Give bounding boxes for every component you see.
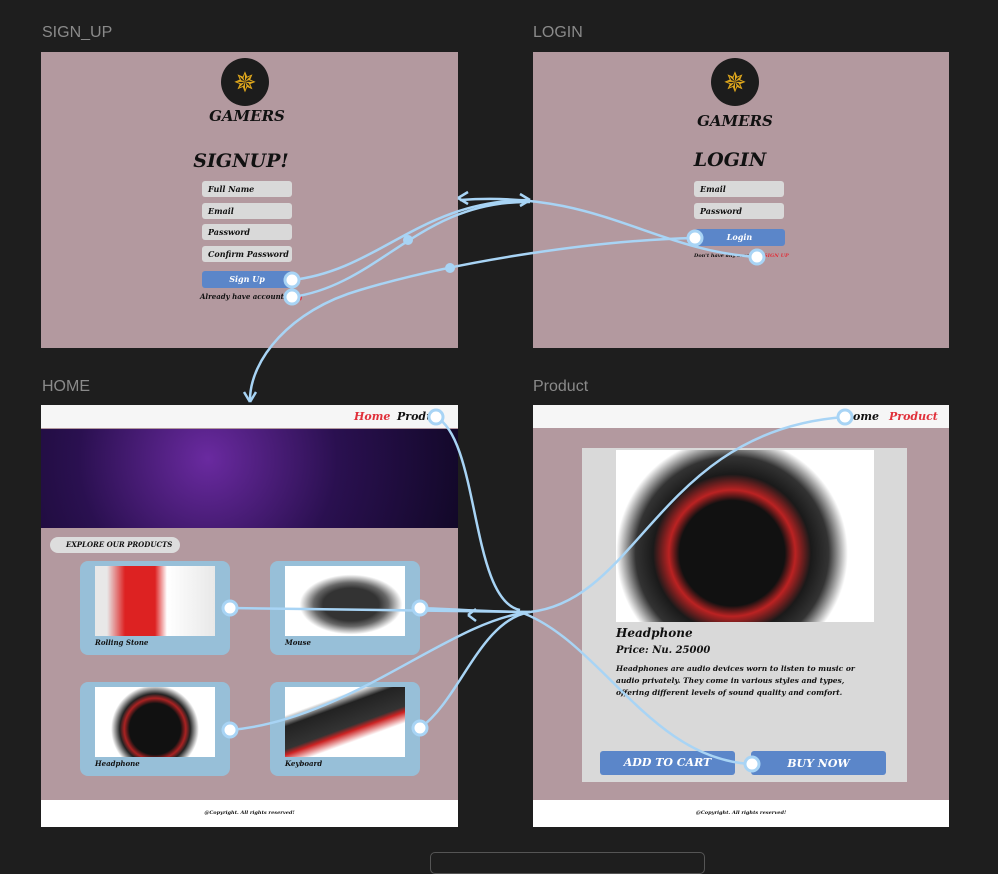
connector-node — [748, 248, 766, 266]
connector-dot — [445, 263, 455, 273]
connector-signup-login-link — [291, 200, 531, 299]
connector-dot — [403, 235, 413, 245]
connector-home-product — [435, 415, 521, 612]
connector-node — [221, 599, 239, 617]
arrowheads — [242, 190, 531, 622]
connector-node — [221, 721, 239, 739]
connector-node — [411, 599, 429, 617]
connector-buy-now — [519, 610, 753, 766]
connector-node — [427, 408, 445, 426]
connector-node — [836, 408, 854, 426]
prototype-connections — [221, 190, 854, 773]
connector-node — [411, 719, 429, 737]
connector-node — [283, 288, 301, 306]
connector-login-home — [248, 236, 696, 401]
connector-node — [283, 271, 301, 289]
connector-login-signup — [459, 197, 758, 259]
connector-card-product — [229, 610, 531, 732]
connector-card-product — [229, 415, 846, 614]
connector-node — [743, 755, 761, 773]
connector-node — [686, 229, 704, 247]
